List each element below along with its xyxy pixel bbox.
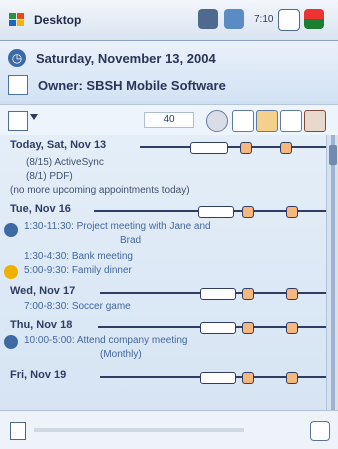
keyboard-icon[interactable] [310, 421, 330, 441]
appointment-block [286, 372, 298, 384]
appointment-text[interactable]: 10:00-5:00: Attend company meeting [24, 335, 326, 346]
timeline [140, 146, 326, 148]
day-row: Wed, Nov 17 [10, 285, 326, 300]
day-label: Wed, Nov 17 [10, 285, 76, 297]
day-row: Tue, Nov 16 [10, 203, 326, 218]
list-item: (8/1) PDF) [26, 171, 73, 182]
schedule-scrollbar[interactable] [326, 135, 338, 410]
list-item: (8/15) ActiveSync [26, 157, 104, 168]
owner-row: Owner: SBSH Mobile Software [8, 75, 226, 95]
connectivity-icon[interactable] [198, 9, 218, 29]
appointment-block [242, 322, 254, 334]
date-row: ◷ Saturday, November 13, 2004 [8, 49, 216, 67]
alarm-icon [4, 265, 18, 279]
day-label: Thu, Nov 18 [10, 319, 73, 331]
day-row: Today, Sat, Nov 13 [10, 139, 326, 154]
day-row: Thu, Nov 18 [10, 319, 326, 334]
appointment-block [240, 142, 252, 154]
top-bar: Desktop 7:10 [0, 0, 338, 41]
clock[interactable]: 7:10 [254, 14, 273, 25]
bottom-bar [0, 410, 338, 449]
note-button[interactable] [256, 110, 278, 132]
appointment-block [286, 288, 298, 300]
appointment-text[interactable]: 1:30-4:30: Bank meeting [24, 251, 326, 262]
appointment-block [242, 288, 254, 300]
sync-icon[interactable] [224, 9, 244, 29]
appointment-block [286, 322, 298, 334]
alarm-icon [4, 335, 18, 349]
busy-pill [200, 322, 236, 334]
input-panel-slot [34, 428, 244, 432]
appointment-text[interactable]: (Monthly) [100, 349, 326, 360]
new-item-button[interactable] [10, 422, 26, 440]
schedule-area: Today, Sat, Nov 13 (8/15) ActiveSync (8/… [0, 135, 326, 410]
today-header: ◷ Saturday, November 13, 2004 Owner: SBS… [0, 41, 338, 101]
appointment-text[interactable]: 7:00-8:30: Soccer game [24, 301, 326, 312]
current-date: Saturday, November 13, 2004 [36, 50, 216, 66]
appointment-text[interactable]: 5:00-9:30: Family dinner [24, 265, 326, 276]
busy-pill [200, 288, 236, 300]
app-title: Desktop [34, 13, 82, 27]
appointment-block [280, 142, 292, 154]
zoom-value[interactable]: 40 [144, 112, 194, 128]
appointment-text[interactable]: Brad [120, 235, 326, 246]
schedule-toolbar: 40 [0, 104, 338, 136]
owner-name: Owner: SBSH Mobile Software [38, 77, 226, 93]
day-label: Tue, Nov 16 [10, 203, 71, 215]
alarm-icon [4, 223, 18, 237]
appointment-block [242, 372, 254, 384]
busy-pill [200, 372, 236, 384]
settings-icon[interactable] [206, 110, 228, 132]
day-label: Today, Sat, Nov 13 [10, 139, 107, 151]
scroll-track [331, 135, 335, 410]
windows-logo-icon[interactable] [8, 11, 26, 29]
busy-pill [190, 142, 228, 154]
alarm-button[interactable] [280, 110, 302, 132]
scroll-thumb[interactable] [329, 145, 337, 165]
busy-pill [198, 206, 234, 218]
owner-card-icon [8, 75, 28, 95]
appointment-text[interactable]: 1:30-11:30: Project meeting with Jane an… [24, 221, 326, 232]
calendar-icon[interactable] [278, 9, 300, 31]
appointment-block [286, 206, 298, 218]
day-label: Fri, Nov 19 [10, 369, 67, 381]
day-view-button[interactable] [232, 110, 254, 132]
list-item: (no more upcoming appointments today) [10, 185, 190, 196]
battery-icon[interactable] [304, 9, 324, 29]
clock-icon: ◷ [8, 49, 26, 67]
contact-icon[interactable] [304, 110, 326, 132]
appointment-block [242, 206, 254, 218]
day-row: Fri, Nov 19 [10, 369, 326, 384]
view-selector[interactable] [8, 111, 28, 131]
chevron-down-icon[interactable] [30, 114, 38, 120]
